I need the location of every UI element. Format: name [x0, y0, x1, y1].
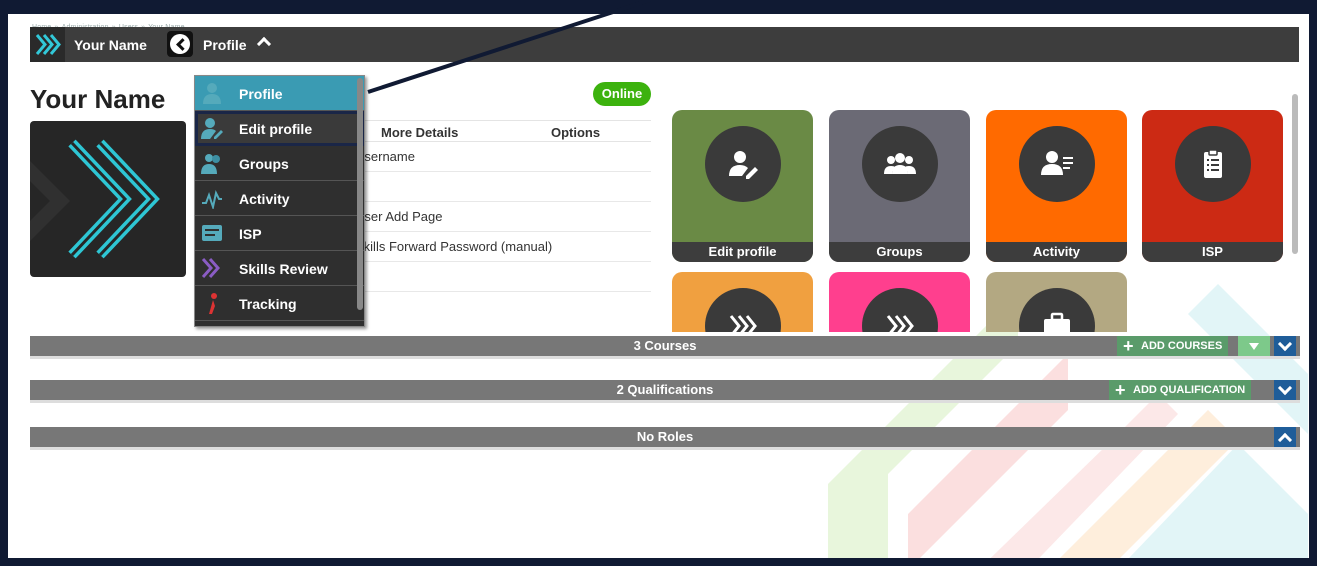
menu-item-activity[interactable]: Activity — [195, 181, 364, 216]
roles-collapse-toggle[interactable] — [1274, 427, 1296, 447]
menu-item-isp[interactable]: ISP — [195, 216, 364, 251]
tile-label: Edit profile — [672, 242, 813, 262]
tile-activity[interactable]: Activity — [986, 110, 1127, 262]
courses-dropdown-button[interactable] — [1238, 336, 1270, 356]
activity-icon — [202, 190, 222, 209]
plus-icon: + — [1123, 336, 1134, 356]
qualifications-section-title: 2 Qualifications — [616, 382, 714, 397]
menu-item-label: Edit profile — [239, 121, 313, 137]
tracking-icon — [209, 293, 217, 314]
menu-item-groups[interactable]: Groups — [195, 146, 364, 181]
add-qualification-button[interactable]: + ADD QUALIFICATION — [1109, 380, 1252, 400]
table-row: Username — [355, 142, 651, 172]
roles-section-title: No Roles — [636, 429, 694, 444]
chevron-up-icon[interactable] — [256, 36, 272, 52]
tile-icon-circle — [862, 126, 938, 202]
user-icon — [203, 83, 221, 104]
tile-edit-profile[interactable]: Edit profile — [672, 110, 813, 262]
table-row — [355, 172, 651, 202]
tile-skills-review[interactable] — [672, 272, 813, 332]
clipboard-icon — [1204, 149, 1222, 178]
add-courses-button[interactable]: + ADD COURSES — [1117, 336, 1229, 356]
courses-expand-toggle[interactable] — [1274, 336, 1296, 356]
page-scrollbar[interactable] — [1292, 94, 1298, 254]
tile-icon-circle — [1019, 288, 1095, 332]
courses-section-header[interactable]: 3 Courses + ADD COURSES — [30, 336, 1300, 356]
add-qualification-label: ADD QUALIFICATION — [1133, 384, 1246, 396]
briefcase-icon — [1044, 312, 1070, 332]
tile-groups[interactable]: Groups — [829, 110, 970, 262]
divider — [30, 400, 1300, 403]
user-edit-icon — [201, 118, 223, 139]
divider — [30, 447, 1300, 450]
menu-item-label: Groups — [239, 156, 289, 172]
column-header-options: Options — [551, 125, 601, 140]
menu-item-edit-profile[interactable]: Edit profile — [195, 111, 364, 146]
avatar — [30, 121, 186, 277]
chevrons-logo-icon — [35, 34, 61, 55]
users-icon — [884, 153, 916, 174]
table-row — [355, 262, 651, 292]
user-edit-icon — [729, 151, 758, 179]
menu-item-profile[interactable]: Profile — [195, 76, 364, 111]
add-courses-label: ADD COURSES — [1141, 340, 1223, 352]
menu-item-label: Profile — [239, 86, 283, 102]
chevrons-icon — [201, 258, 221, 278]
chevrons-avatar-icon — [30, 139, 160, 259]
user-list-icon — [1041, 151, 1073, 175]
tile-icon-circle — [1019, 126, 1095, 202]
tile-label: Groups — [829, 242, 970, 262]
chevrons-icon — [886, 315, 914, 332]
menu-scrollbar[interactable] — [357, 78, 363, 310]
isp-icon — [202, 225, 222, 241]
table-row[interactable]: Skills Forward Password (manual) — [355, 232, 651, 262]
tile-label: Activity — [986, 242, 1127, 262]
menu-item-tracking[interactable]: Tracking — [195, 286, 364, 321]
app-logo[interactable] — [30, 27, 65, 62]
action-tiles: Edit profile Groups Activity ISP — [660, 96, 1300, 332]
tile-icon-circle — [1175, 126, 1251, 202]
menu-item-label: Tracking — [239, 296, 297, 312]
qualifications-expand-toggle[interactable] — [1274, 380, 1296, 400]
roles-section-header[interactable]: No Roles — [30, 427, 1300, 447]
details-header: More Details Options — [355, 120, 651, 142]
section-menu-toggle[interactable]: Profile — [203, 37, 247, 53]
details-table: More Details Options Username User Add P… — [355, 120, 651, 292]
profile-dropdown-menu: Profile Edit profile Groups Activity ISP… — [194, 75, 365, 327]
tile-isp[interactable]: ISP — [1142, 110, 1283, 262]
chevrons-icon — [729, 315, 757, 332]
menu-item-label: Activity — [239, 191, 290, 207]
divider — [30, 356, 1300, 359]
menu-item-label: Skills Review — [239, 261, 328, 277]
back-button[interactable] — [167, 31, 193, 57]
tile-portfolio[interactable] — [986, 272, 1127, 332]
tile-icon-circle — [705, 288, 781, 332]
tile-label: ISP — [1142, 242, 1283, 262]
qualifications-section-header[interactable]: 2 Qualifications + ADD QUALIFICATION — [30, 380, 1300, 400]
annotation-arrow — [367, 0, 651, 94]
menu-item-label: ISP — [239, 226, 262, 242]
column-header-more-details: More Details — [381, 125, 459, 140]
tile-skills[interactable] — [829, 272, 970, 332]
tile-icon-circle — [862, 288, 938, 332]
current-user-name[interactable]: Your Name — [74, 37, 147, 53]
courses-section-title: 3 Courses — [633, 338, 697, 353]
tile-icon-circle — [705, 126, 781, 202]
users-icon — [201, 154, 220, 174]
menu-item-skills-review[interactable]: Skills Review — [195, 251, 364, 286]
back-arrow-icon — [170, 34, 190, 54]
plus-icon: + — [1115, 380, 1126, 400]
table-row[interactable]: User Add Page — [355, 202, 651, 232]
page-title: Your Name — [30, 84, 166, 114]
